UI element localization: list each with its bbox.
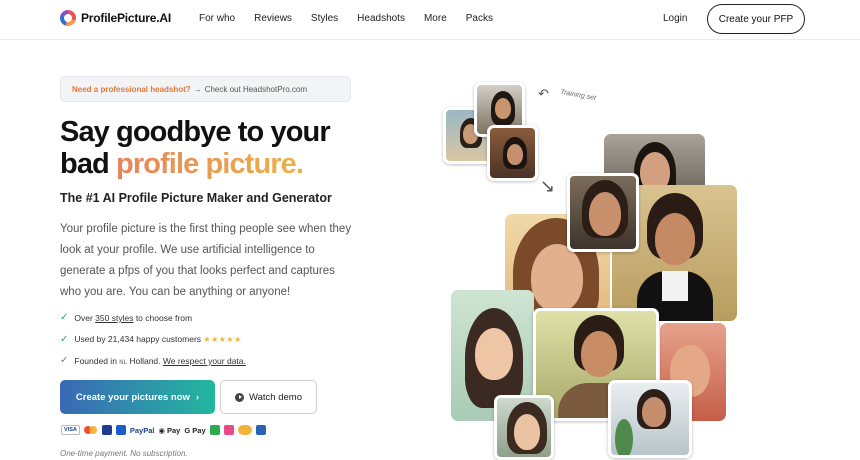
eps-icon [255,425,266,435]
logo-icon [60,10,76,26]
promo-text: Check out HeadshotPro.com [204,84,307,94]
arrow-down-right-icon: ↘ [540,176,556,196]
feature-text: to choose from [133,312,193,323]
watch-demo-button[interactable]: Watch demo [220,380,317,414]
netherlands-flag-icon: NL [119,359,127,366]
hero-title-line2: bad [60,148,117,180]
create-pictures-button[interactable]: Create your pictures now › [60,380,215,414]
promo-highlight: Need a professional headshot? [72,84,191,94]
chevron-right-icon: › [195,391,200,403]
headshot-promo-banner[interactable]: Need a professional headshot? → Check ou… [60,76,351,102]
feature-list: ✓ Over 350 styles to choose from ✓ Used … [60,307,246,372]
hero-title-line1: Say goodbye to your [60,116,331,148]
hero-description: Your profile picture is the first thing … [60,223,352,298]
feature-item: ✓ Used by 21,434 happy customers ★★★★★ [60,329,246,351]
amex-icon [101,425,112,435]
visa-icon: VISA [61,425,80,435]
feature-text: Founded in [74,355,120,366]
ideal-icon [223,425,234,435]
main-nav: For who Reviews Styles Headshots More Pa… [199,13,512,24]
brand-logo[interactable]: ProfilePicture.AI [60,10,171,26]
play-icon [235,392,244,402]
hero-title-accent: profile picture. [116,148,304,180]
styles-link[interactable]: 350 styles [95,313,133,323]
feature-item: ✓ Over 350 styles to choose from [60,307,246,329]
check-icon: ✓ [60,312,69,324]
apple-pay-icon: ◉ Pay [158,425,181,435]
hero-title: Say goodbye to your bad profile picture. [60,116,380,180]
check-icon: ✓ [60,333,69,345]
arrow-curved-icon: ↶ [538,86,549,101]
login-link[interactable]: Login [663,13,687,24]
payment-note: One-time payment. No subscription. [60,449,188,458]
payment-methods: VISA PayPal ◉ Pay G Pay [61,425,266,435]
top-nav-bar: ProfilePicture.AI For who Reviews Styles… [0,0,860,40]
rating-stars-icon: ★★★★★ [203,335,242,345]
promo-arrow: → [193,84,202,94]
nav-item-headshots[interactable]: Headshots [357,13,405,24]
paypal-icon: PayPal [129,425,155,435]
watch-demo-label: Watch demo [249,391,302,403]
nav-item-styles[interactable]: Styles [311,13,338,24]
data-privacy-link[interactable]: We respect your data. [163,356,246,366]
nav-item-more[interactable]: More [424,13,447,24]
bancontact-icon [115,425,126,435]
brand-name: ProfilePicture.AI [81,11,171,25]
nav-item-packs[interactable]: Packs [466,13,493,24]
google-pay-icon: G Pay [184,425,206,435]
feature-text: Holland. [126,355,163,366]
feature-item: ✓ Founded in NL Holland. We respect your… [60,350,246,372]
create-pfp-button[interactable]: Create your PFP [707,4,805,34]
training-photo [487,125,538,181]
feature-text: Used by 21,434 happy customers [74,334,204,345]
generated-photo [608,380,692,458]
sofort-icon [237,425,252,435]
nav-item-for-who[interactable]: For who [199,13,235,24]
mastercard-icon [83,425,98,435]
nav-item-reviews[interactable]: Reviews [254,13,292,24]
generated-photo [494,395,554,460]
generated-photo [567,173,639,252]
hero-subtitle: The #1 AI Profile Picture Maker and Gene… [60,191,332,205]
giropay-icon [209,425,220,435]
feature-text: Over [74,312,96,323]
check-icon: ✓ [60,355,69,367]
training-set-label: Training set [559,88,597,103]
create-pictures-label: Create your pictures now [75,391,190,403]
